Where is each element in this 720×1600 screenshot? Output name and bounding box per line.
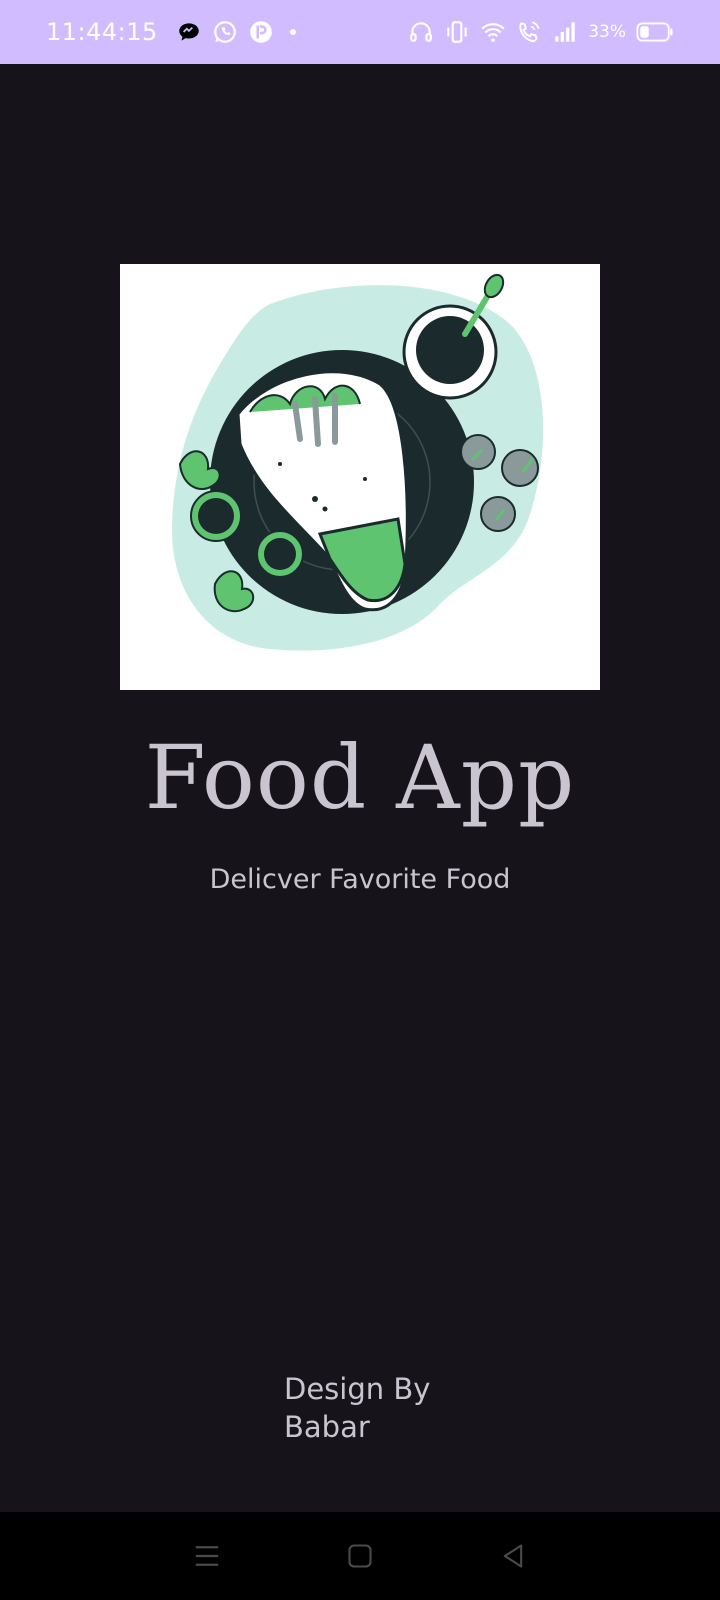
home-icon	[348, 1544, 372, 1568]
navigation-bar	[0, 1512, 720, 1600]
battery-icon	[636, 22, 673, 42]
signal-icon	[555, 22, 575, 42]
olive	[480, 496, 516, 532]
wifi-call-icon	[519, 21, 540, 43]
back-button[interactable]	[493, 1536, 533, 1576]
messenger-icon	[179, 23, 199, 41]
olive	[501, 449, 539, 487]
credit-line1: Design By	[284, 1372, 431, 1406]
whatsapp-icon	[213, 21, 236, 43]
app-title: Food App	[144, 726, 576, 829]
home-button[interactable]	[340, 1536, 380, 1576]
credit-text: Design By Babar	[284, 1370, 484, 1446]
battery-percent: 33%	[588, 22, 626, 42]
app-subtitle: Delicver Favorite Food	[209, 864, 511, 895]
vibrate-icon	[447, 21, 467, 43]
food-illustration-svg	[171, 273, 544, 651]
recent-apps-button[interactable]	[187, 1536, 227, 1576]
status-bar: 11:44:15 33%	[0, 0, 720, 64]
food-plate-illustration	[120, 264, 600, 690]
notification-icons	[176, 19, 302, 45]
credit-line2: Babar	[284, 1410, 370, 1444]
wifi-icon	[481, 23, 505, 42]
menu-icon	[195, 1546, 218, 1566]
status-time: 11:44:15	[46, 18, 158, 46]
headphones-icon	[410, 22, 433, 42]
sauce	[416, 316, 484, 384]
dot-icon	[289, 29, 296, 35]
app-icon	[249, 21, 272, 43]
system-icons: 33%	[408, 19, 674, 45]
back-icon	[504, 1544, 523, 1568]
